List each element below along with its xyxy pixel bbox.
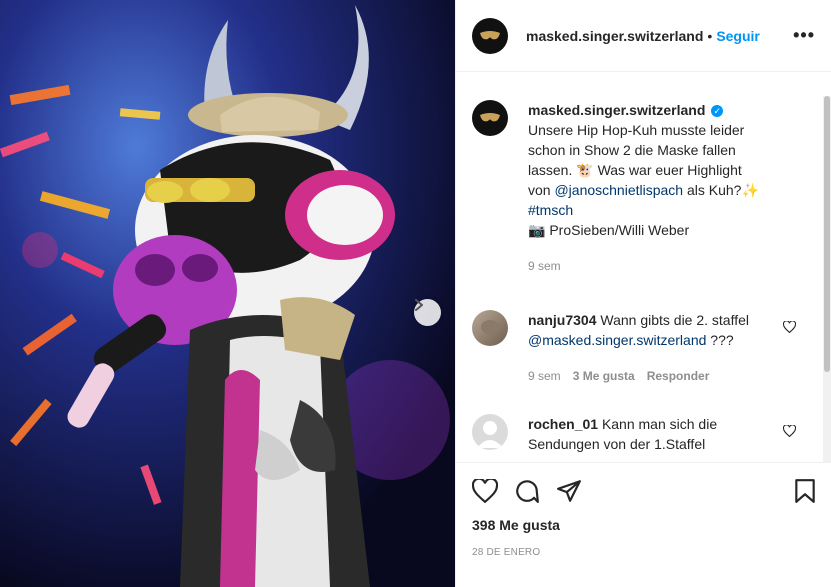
next-image-button[interactable] [414,299,441,326]
comment-likes-count[interactable]: 3 Me gusta [573,366,635,386]
heart-icon[interactable] [472,479,498,503]
comment-meta: 9 sem 3 Me gusta Responder [528,366,768,386]
elephant-avatar-icon [481,320,499,338]
caption-meta: 9 sem [528,256,768,276]
comment-mention[interactable]: @masked.singer.switzerland [528,332,706,348]
comment-text-end: ??? [710,332,734,348]
mask-logo-icon [480,113,500,122]
header-username[interactable]: masked.singer.switzerland [526,28,703,44]
reply-button[interactable]: Responder [647,366,710,386]
comment-username[interactable]: nanju7304 [528,312,596,328]
caption-hashtag[interactable]: #tmsch [528,202,573,218]
commenter-avatar[interactable] [472,310,508,346]
comment-icon[interactable] [514,478,540,504]
post-caption: masked.singer.switzerland ✓ Unsere Hip H… [472,100,808,276]
action-bar [472,463,816,519]
post-details-panel: masked.singer.switzerland • Seguir ••• m… [455,0,831,587]
account-avatar[interactable] [472,17,508,54]
comment-text: Wann gibts die 2. staffel [600,312,750,328]
likes-count[interactable]: 398 Me gusta [472,517,816,533]
comments-list[interactable]: masked.singer.switzerland ✓ Unsere Hip H… [456,72,824,462]
caption-time[interactable]: 9 sem [528,256,561,276]
comment-time[interactable]: 9 sem [528,366,561,386]
caption-mention[interactable]: @janoschnietlispach [554,182,683,198]
comments-scrollbar[interactable] [823,96,831,462]
post-header: masked.singer.switzerland • Seguir ••• [456,0,831,72]
caption-username[interactable]: masked.singer.switzerland [528,102,705,118]
verified-badge-icon: ✓ [711,105,724,118]
caption-text-end: als Kuh?✨ [686,182,759,198]
comment-username[interactable]: rochen_01 [528,416,598,432]
post-actions: 398 Me gusta 28 DE ENERO [456,462,831,587]
more-options-button[interactable]: ••• [793,25,815,46]
comment-like-heart-icon[interactable] [782,320,797,338]
header-separator: • [707,27,713,44]
chevron-right-icon [415,299,423,311]
masked-singer-cow-costume-image [0,0,455,587]
post-date[interactable]: 28 DE ENERO [472,547,816,558]
post-photo [0,0,455,587]
follow-button[interactable]: Seguir [716,28,760,44]
mask-logo-icon [480,30,500,39]
default-user-avatar-icon [477,421,503,448]
commenter-avatar[interactable] [472,414,508,450]
caption-photo-credit: 📷 ProSieben/Willi Weber [528,222,690,238]
caption-avatar[interactable] [472,100,508,136]
bookmark-icon[interactable] [794,478,816,504]
comment-item: nanju7304 Wann gibts die 2. staffel @mas… [472,310,808,386]
share-icon[interactable] [556,479,582,503]
scrollbar-thumb[interactable] [824,96,830,372]
comment-item: rochen_01 Kann man sich die Sendungen vo… [472,414,808,454]
comment-like-heart-icon[interactable] [782,424,797,442]
